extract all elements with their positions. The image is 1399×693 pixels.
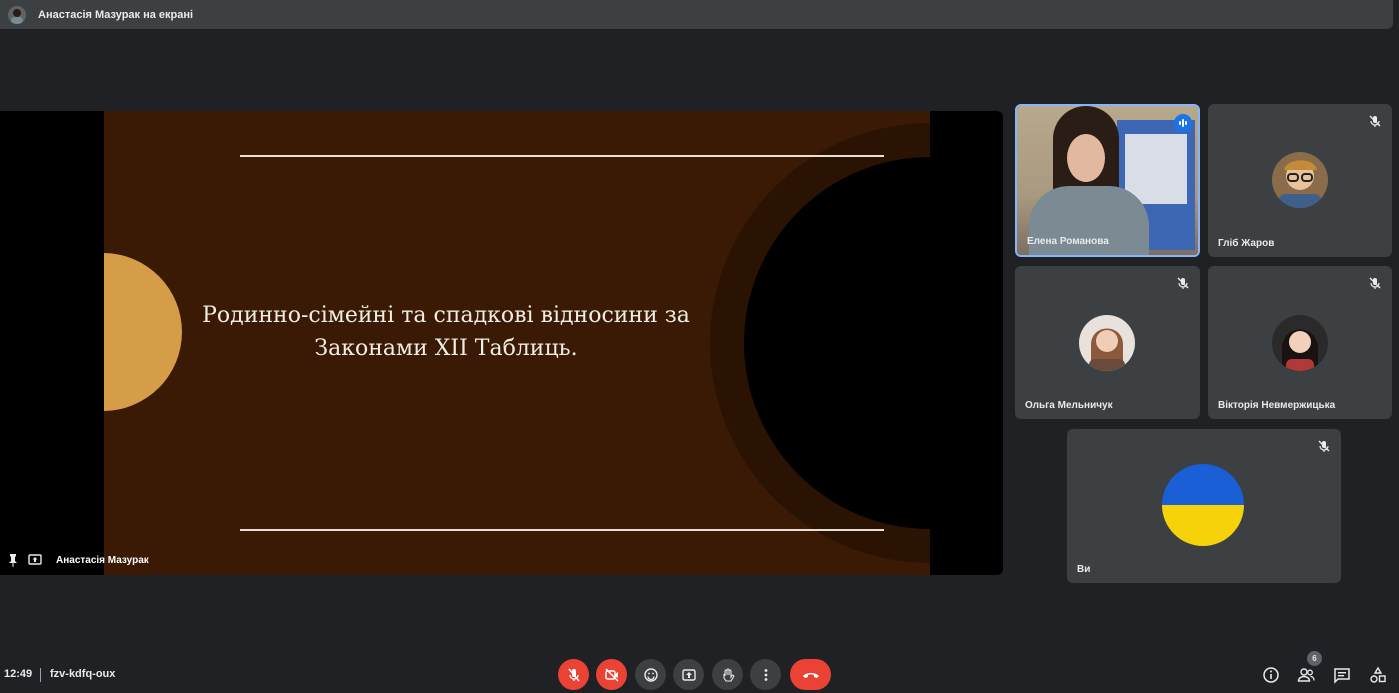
leave-call-button[interactable] [790, 659, 831, 690]
call-end-icon [802, 672, 819, 678]
mic-toggle-button[interactable] [558, 659, 589, 690]
participant-tile[interactable]: Гліб Жаров [1208, 104, 1392, 257]
emoji-button[interactable] [635, 659, 666, 690]
camera-toggle-button[interactable] [596, 659, 627, 690]
divider [40, 668, 41, 682]
stage-footer: Анастасія Мазурак [6, 553, 149, 567]
present-screen-icon [681, 668, 696, 681]
presenter-avatar [8, 5, 26, 24]
bottom-bar: 12:49 fzv-kdfq-oux 6 [0, 651, 1399, 693]
slide: Родинно-сімейні та спадкові відносини за… [104, 111, 930, 575]
activities-button[interactable] [1368, 665, 1388, 685]
participant-name: Ольга Мельничук [1025, 400, 1113, 411]
presentation-stage[interactable]: Родинно-сімейні та спадкові відносини за… [0, 111, 1003, 575]
clock: 12:49 [4, 668, 33, 680]
participant-video [1017, 106, 1198, 255]
meeting-info-button[interactable] [1261, 665, 1281, 685]
raise-hand-icon [722, 667, 734, 682]
people-icon [1297, 668, 1315, 682]
flag-avatar [1162, 464, 1244, 546]
speaking-indicator-icon [1174, 114, 1192, 132]
meeting-code: fzv-kdfq-oux [50, 668, 116, 680]
participant-tile[interactable]: Вікторія Невмержицька [1208, 266, 1392, 419]
participant-name: Ви [1077, 564, 1091, 575]
people-button[interactable] [1296, 665, 1316, 685]
participant-tile[interactable]: Елена Романова [1015, 104, 1200, 257]
people-count-badge: 6 [1307, 651, 1322, 666]
participant-name: Гліб Жаров [1218, 238, 1275, 249]
slide-bottom-line [240, 529, 884, 531]
slide-top-line [240, 155, 884, 157]
mic-off-icon [1368, 114, 1382, 128]
activities-icon [1370, 666, 1386, 683]
presenter-name: Анастасія Мазурак [56, 554, 149, 566]
presenting-label: Анастасія Мазурак на екрані [38, 8, 194, 21]
mic-off-icon [1368, 276, 1382, 290]
more-vert-icon [764, 668, 767, 681]
mic-off-icon [567, 668, 580, 681]
chat-button[interactable] [1332, 665, 1352, 685]
pin-icon[interactable] [6, 553, 20, 567]
chat-icon [1334, 668, 1350, 684]
mic-off-icon [1317, 439, 1331, 453]
participant-tile[interactable]: Ольга Мельничук [1015, 266, 1200, 419]
present-now-button[interactable] [673, 659, 704, 690]
slide-title: Родинно-сімейні та спадкові відносини за… [202, 303, 690, 361]
info-icon [1263, 667, 1279, 683]
avatar [1272, 152, 1328, 208]
slide-decor-half-circle [104, 253, 182, 411]
participant-name: Вікторія Невмержицька [1218, 400, 1336, 411]
more-options-button[interactable] [750, 659, 781, 690]
top-bar: Анастасія Мазурак на екрані [0, 0, 1393, 29]
participant-tile-self[interactable]: Ви [1067, 429, 1341, 583]
avatar [1272, 315, 1328, 371]
avatar [1079, 315, 1135, 371]
emoji-icon [643, 667, 658, 682]
raise-hand-button[interactable] [712, 659, 743, 690]
participant-name: Елена Романова [1027, 236, 1109, 247]
camera-off-icon [604, 667, 619, 682]
mic-off-icon [1176, 276, 1190, 290]
present-screen-icon [28, 553, 42, 567]
